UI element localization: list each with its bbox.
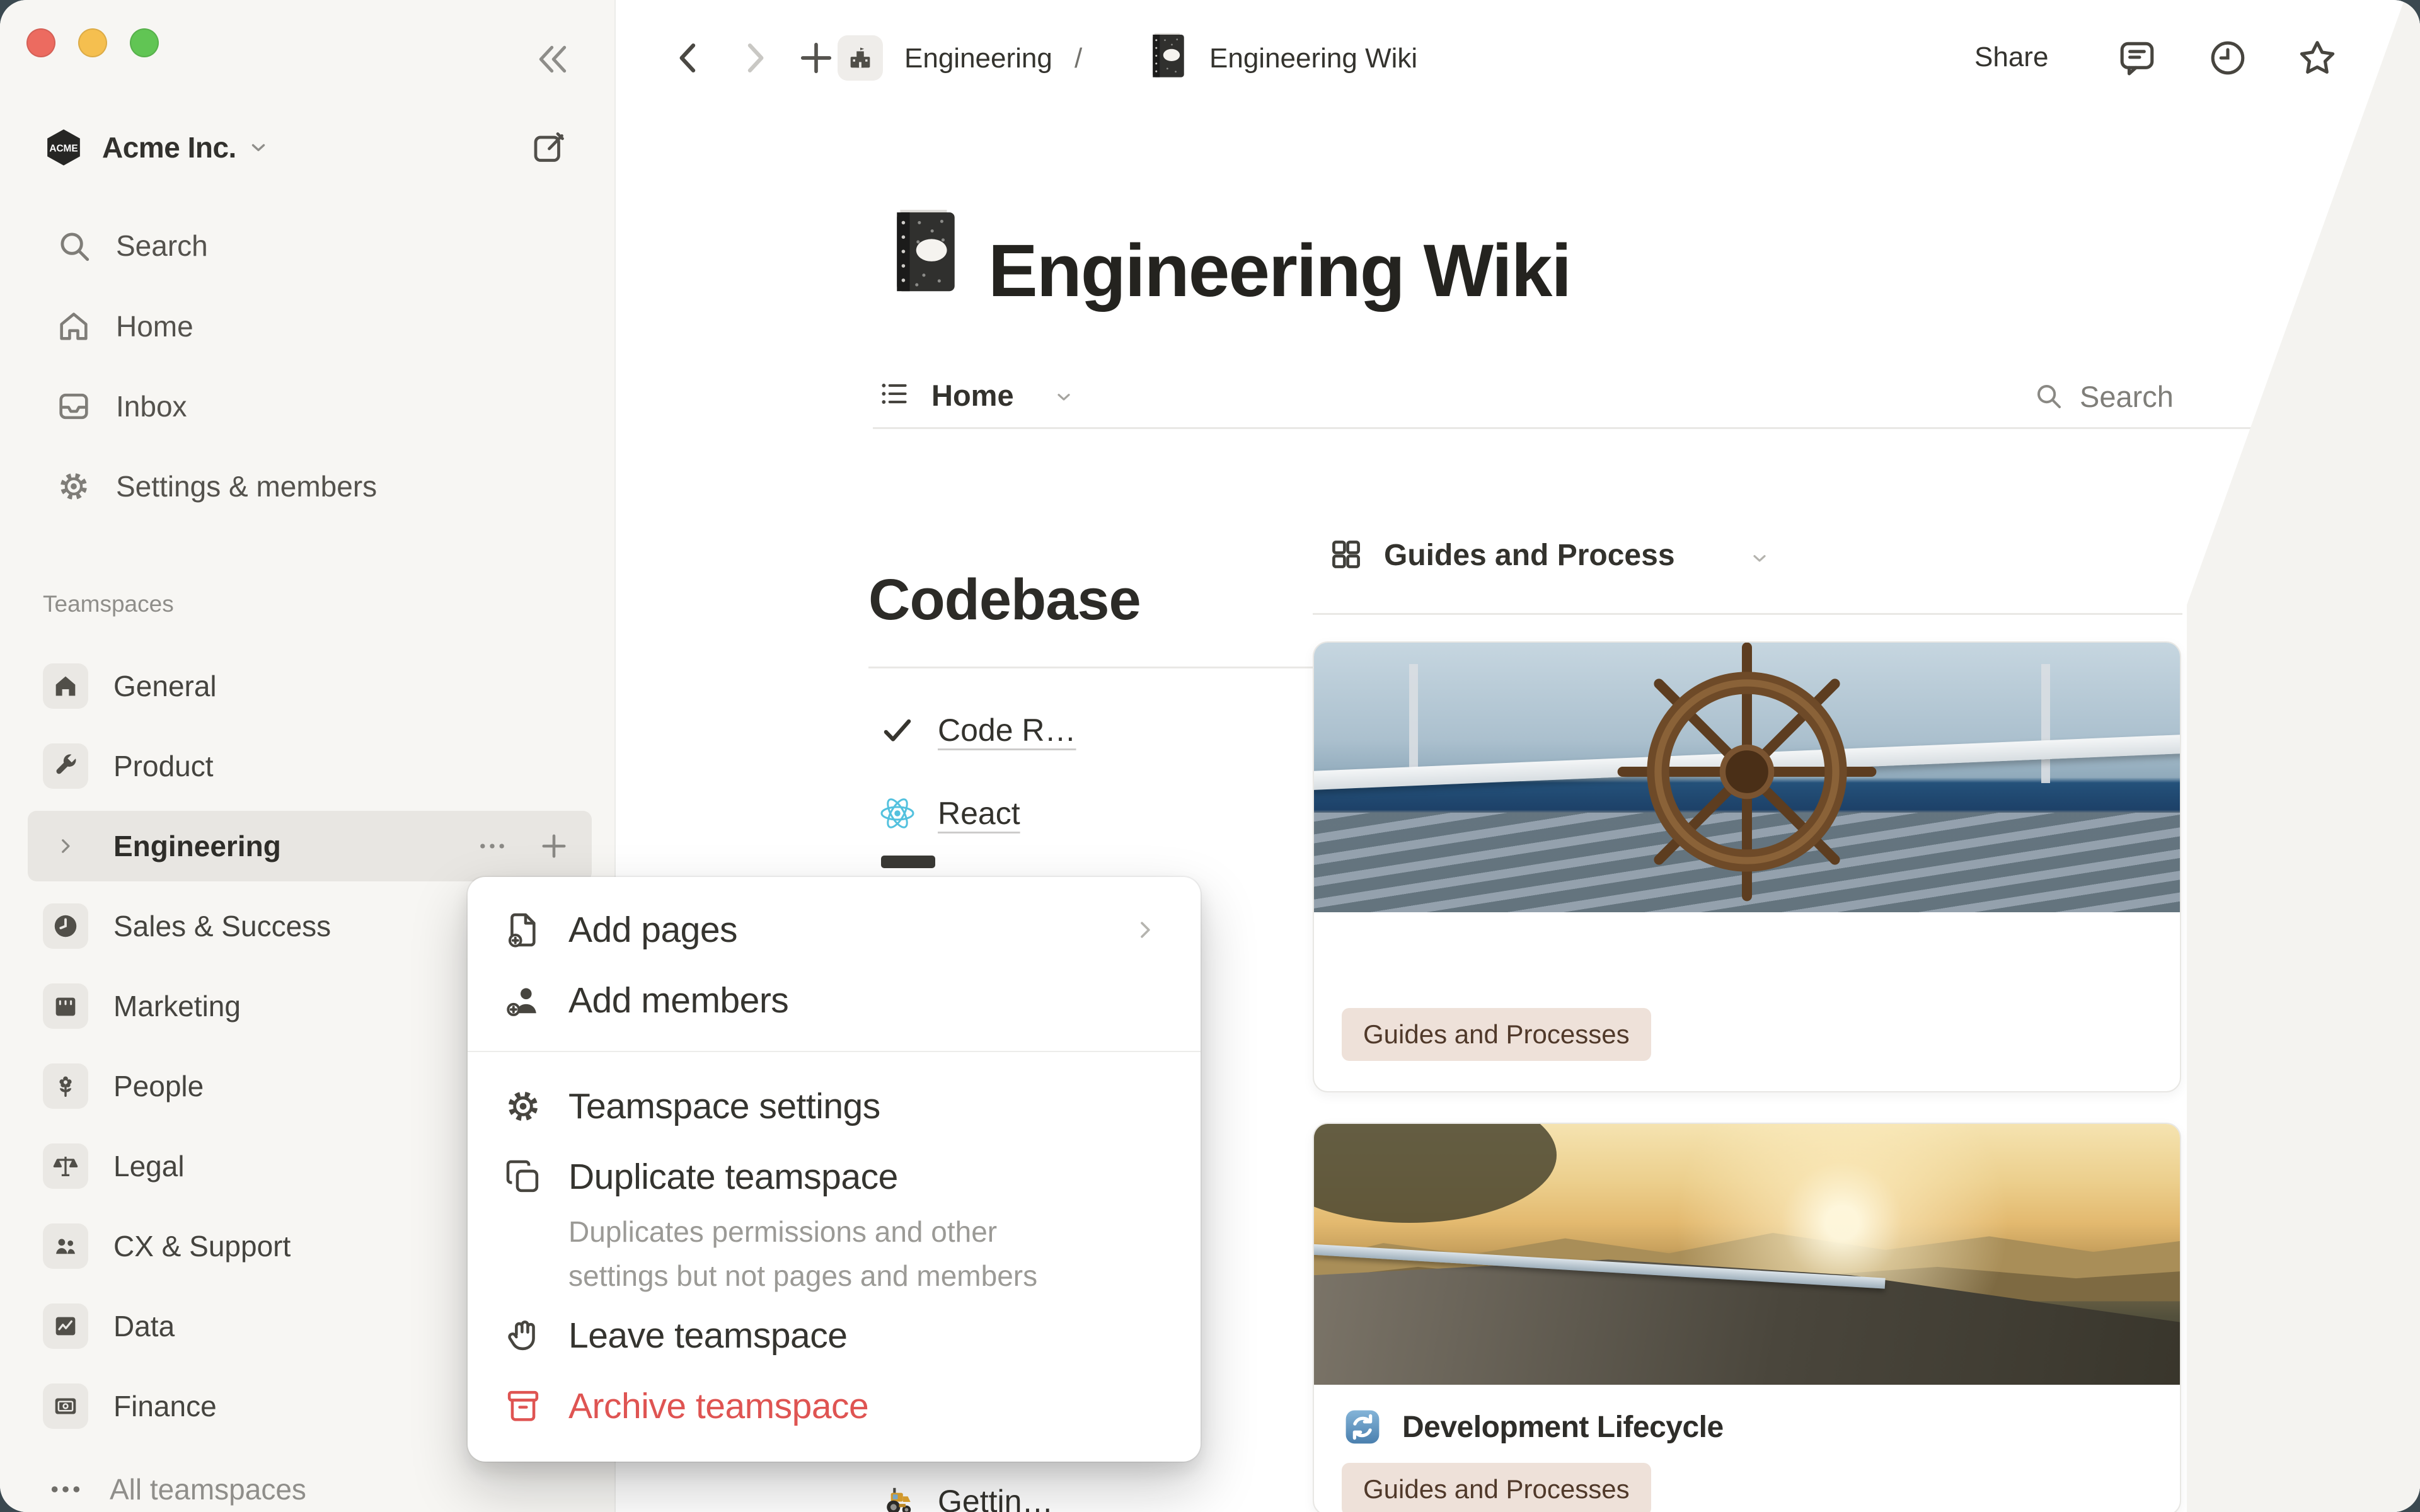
gear-icon [503,1086,543,1126]
add-page-icon [503,910,543,950]
add-member-icon [503,980,543,1021]
minimize-window-button[interactable] [78,28,107,57]
page-link-code-review[interactable]: Code R… [877,708,1076,752]
duplicate-description: Duplicates permissions and other setting… [568,1210,1073,1298]
collapse-sidebar-icon[interactable] [533,39,573,79]
react-icon [877,793,918,833]
archive-icon [503,1386,543,1426]
workspace-switcher[interactable]: ACME Acme Inc. [29,122,585,173]
teamspace-context-menu: Add pages Add members Teamspace settings… [468,877,1201,1462]
tabs-divider [873,427,2420,429]
checkmark-icon [877,710,918,750]
ellipsis-icon [45,1469,86,1509]
menu-item-teamspace-settings[interactable]: Teamspace settings [483,1071,1185,1142]
page-link-react[interactable]: React [877,791,1020,835]
ship-wheel-graphic [1599,643,1895,912]
card-how-to-deploy[interactable]: How to Deploy Guides and Processes [1313,641,2181,1092]
tractor-icon [877,1481,918,1512]
card-title-row: Development Lifecycle [1342,1406,1724,1448]
sidebar-item-settings[interactable]: Settings & members [25,454,589,518]
sidebar-item-search[interactable]: Search [25,214,589,278]
notebook-icon [1148,32,1189,83]
sidebar-item-all-teamspaces[interactable]: All teamspaces [28,1454,592,1512]
duplicate-icon [503,1157,543,1197]
people-icon [43,1223,88,1269]
chevron-down-icon[interactable] [1749,548,1770,568]
hidden-link-fragment [881,856,935,868]
gallery-heading[interactable]: Guides and Process [1384,538,1675,573]
teamspaces-section-label: Teamspaces [43,591,174,617]
storefront-icon [43,983,88,1029]
sidebar-item-home[interactable]: Home [25,294,589,358]
menu-item-leave-teamspace[interactable]: Leave teamspace [483,1300,1185,1371]
codebase-heading: Codebase [868,567,1141,633]
more-options-icon[interactable] [2380,37,2420,79]
home-icon [55,308,92,345]
gear-icon [55,468,92,505]
search-icon[interactable] [2033,381,2063,411]
back-icon[interactable] [667,37,710,79]
history-clock-icon[interactable] [2206,37,2249,79]
chart-icon [43,1303,88,1349]
card-tag[interactable]: Guides and Processes [1342,1463,1651,1512]
card-cover-road-sunset [1314,1124,2180,1385]
flower-icon [43,1063,88,1109]
inbox-icon [55,388,92,425]
chevron-right-icon[interactable] [43,823,88,869]
wrench-icon [43,743,88,789]
menu-item-duplicate-teamspace[interactable]: Duplicate teamspace [483,1142,1185,1212]
close-window-button[interactable] [26,28,55,57]
new-tab-plus-icon[interactable] [795,37,838,79]
menu-divider [468,1051,1201,1052]
chevron-down-icon [248,137,269,158]
share-button[interactable]: Share [1974,42,2048,73]
forward-icon[interactable] [733,37,776,79]
zoom-window-button[interactable] [130,28,159,57]
view-tab-home[interactable]: Home [931,378,1014,413]
menu-item-add-members[interactable]: Add members [483,965,1185,1036]
breadcrumb-space[interactable]: Engineering [904,43,1052,74]
comments-icon[interactable] [2116,37,2158,79]
chevron-right-icon [1132,917,1158,942]
list-view-icon [877,377,911,411]
gallery-divider [1313,613,2182,615]
svg-text:ACME: ACME [49,144,78,154]
app-window: ACME Acme Inc. Search Home [0,0,2420,1512]
banknote-icon [43,1383,88,1429]
teamspace-add-page-icon[interactable] [538,830,570,862]
clock-icon [43,903,88,949]
sidebar-teamspace-engineering[interactable]: Engineering [28,811,592,881]
search-icon [55,227,92,264]
gallery-grid-icon [1328,537,1364,572]
workspace-logo: ACME [43,127,84,168]
page-notebook-icon[interactable] [887,207,964,301]
menu-item-archive-teamspace[interactable]: Archive teamspace [483,1371,1185,1441]
favorite-star-icon[interactable] [2296,37,2339,79]
cycle-icon [1342,1406,1383,1448]
breadcrumb-page[interactable]: Engineering Wiki [1209,43,1417,74]
scales-icon [43,1143,88,1189]
house-icon [43,663,88,709]
teamspace-more-icon[interactable] [476,830,509,862]
page-title: Engineering Wiki [988,228,1570,314]
card-tag[interactable]: Guides and Processes [1342,1008,1651,1061]
new-page-icon[interactable] [530,129,568,166]
page-link-getting-started[interactable]: Gettin… [877,1479,1053,1512]
card-development-lifecycle[interactable]: Development Lifecycle Guides and Process… [1313,1123,2181,1512]
view-search-label[interactable]: Search [2080,379,2174,414]
sidebar-item-inbox[interactable]: Inbox [25,374,589,438]
teamspace-building-icon[interactable] [838,35,883,81]
menu-item-add-pages[interactable]: Add pages [483,895,1185,965]
waving-hand-icon [503,1315,543,1356]
workspace-name: Acme Inc. [102,130,236,164]
card-cover-ship-wheel [1314,643,2180,912]
sidebar-teamspace-product[interactable]: Product [28,731,592,801]
sidebar-teamspace-general[interactable]: General [28,651,592,721]
window-controls [26,28,159,57]
breadcrumb-separator: / [1075,43,1082,74]
chevron-down-icon[interactable] [1054,387,1074,407]
